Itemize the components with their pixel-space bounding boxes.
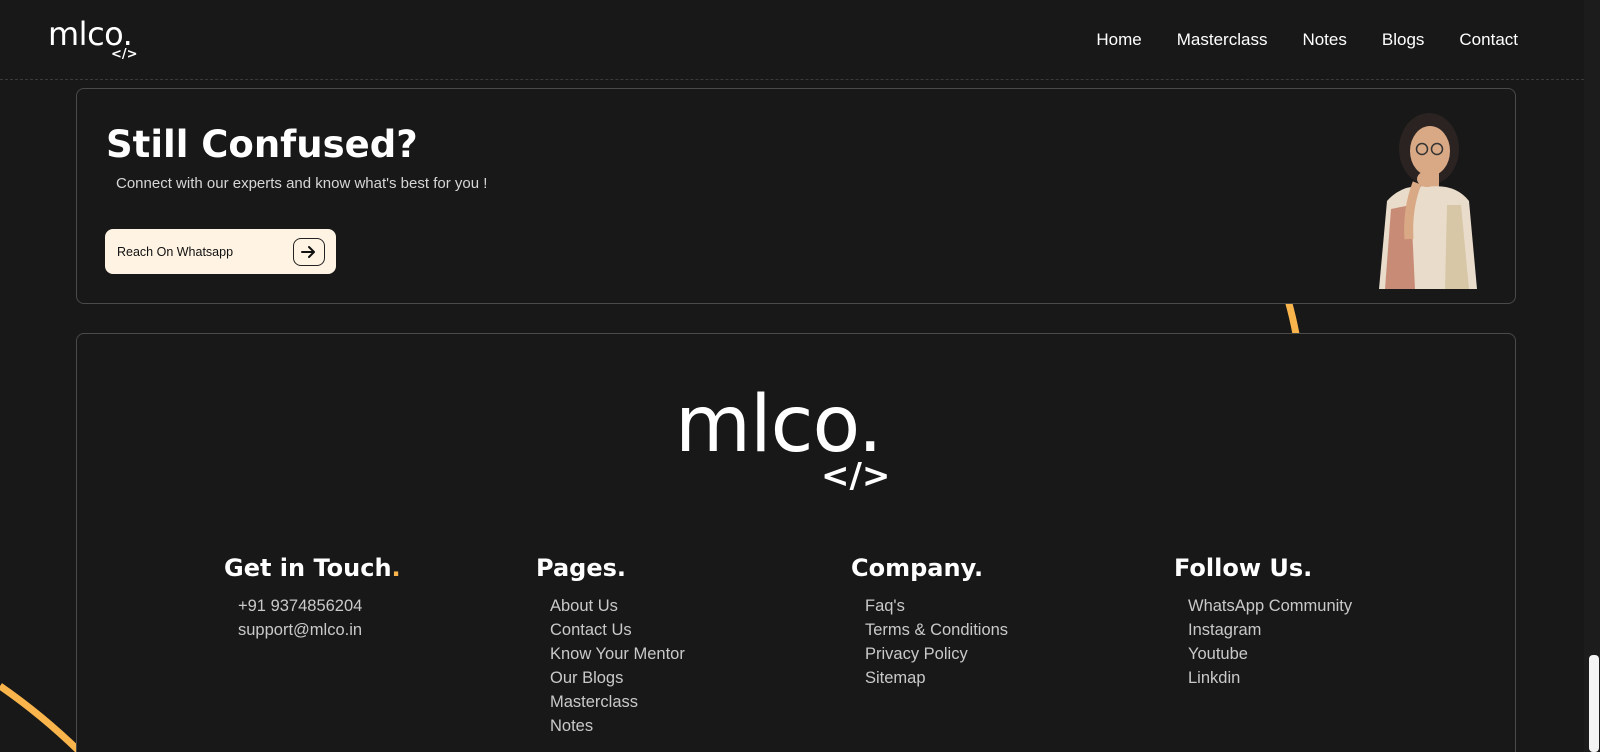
thinking-person-image bbox=[1379, 113, 1477, 289]
footer-link-privacy-policy[interactable]: Privacy Policy bbox=[865, 642, 1008, 666]
footer-link-notes[interactable]: Notes bbox=[550, 714, 685, 738]
company-heading: Company. bbox=[851, 554, 984, 582]
nav-masterclass[interactable]: Masterclass bbox=[1177, 30, 1268, 50]
footer-link-contact-us[interactable]: Contact Us bbox=[550, 618, 685, 642]
footer-logo-wordmark: mlco. bbox=[675, 380, 883, 470]
footer-col-follow-us: Follow Us. WhatsApp Community Instagram … bbox=[1174, 554, 1352, 690]
footer-link-masterclass[interactable]: Masterclass bbox=[550, 690, 685, 714]
reach-whatsapp-label: Reach On Whatsapp bbox=[117, 244, 234, 259]
nav-contact[interactable]: Contact bbox=[1459, 30, 1518, 50]
cta-card: Still Confused? Connect with our experts… bbox=[76, 88, 1516, 304]
footer-link-know-your-mentor[interactable]: Know Your Mentor bbox=[550, 642, 685, 666]
logo-wordmark: mlco. bbox=[48, 15, 133, 53]
footer-link-linkdin[interactable]: Linkdin bbox=[1188, 666, 1352, 690]
scrollbar-track[interactable] bbox=[1584, 0, 1600, 752]
footer-link-instagram[interactable]: Instagram bbox=[1188, 618, 1352, 642]
footer-link-our-blogs[interactable]: Our Blogs bbox=[550, 666, 685, 690]
footer-col-pages: Pages. About Us Contact Us Know Your Men… bbox=[536, 554, 685, 738]
cta-subtitle: Connect with our experts and know what's… bbox=[116, 175, 488, 192]
cta-title: Still Confused? bbox=[106, 123, 418, 166]
page: mlco. </> Home Masterclass Notes Blogs C… bbox=[0, 0, 1600, 752]
footer-link-youtube[interactable]: Youtube bbox=[1188, 642, 1352, 666]
footer-link-about-us[interactable]: About Us bbox=[550, 594, 685, 618]
nav-blogs[interactable]: Blogs bbox=[1382, 30, 1425, 50]
footer-link-terms[interactable]: Terms & Conditions bbox=[865, 618, 1008, 642]
footer-card: mlco. </> Get in Touch. +91 9374856204 s… bbox=[76, 333, 1516, 752]
arrow-right-icon bbox=[293, 237, 325, 266]
main-nav: Home Masterclass Notes Blogs Contact bbox=[1096, 30, 1518, 50]
footer-col-get-in-touch: Get in Touch. +91 9374856204 support@mlc… bbox=[224, 554, 401, 642]
curve-bottom-decoration bbox=[0, 683, 83, 752]
nav-notes[interactable]: Notes bbox=[1302, 30, 1346, 50]
follow-us-heading: Follow Us. bbox=[1174, 554, 1313, 582]
footer-email-link[interactable]: support@mlco.in bbox=[238, 618, 401, 642]
scrollbar-thumb[interactable] bbox=[1589, 655, 1599, 752]
site-logo[interactable]: mlco. </> bbox=[48, 18, 138, 61]
footer-link-sitemap[interactable]: Sitemap bbox=[865, 666, 1008, 690]
footer-logo-code-icon: </> bbox=[821, 456, 891, 496]
reach-whatsapp-button[interactable]: Reach On Whatsapp bbox=[105, 229, 336, 274]
footer-phone-link[interactable]: +91 9374856204 bbox=[238, 594, 401, 618]
accent-dot: . bbox=[391, 554, 401, 582]
footer-logo[interactable]: mlco. </> bbox=[675, 386, 915, 496]
footer-col-company: Company. Faq's Terms & Conditions Privac… bbox=[851, 554, 1008, 690]
site-header: mlco. </> Home Masterclass Notes Blogs C… bbox=[0, 0, 1584, 80]
curve-top-decoration bbox=[1284, 299, 1300, 335]
nav-home[interactable]: Home bbox=[1096, 30, 1141, 50]
logo-code-icon: </> bbox=[111, 47, 138, 62]
footer-col-title: Get in Touch. bbox=[224, 554, 401, 582]
footer-link-whatsapp-community[interactable]: WhatsApp Community bbox=[1188, 594, 1352, 618]
footer-link-faqs[interactable]: Faq's bbox=[865, 594, 1008, 618]
get-in-touch-heading: Get in Touch bbox=[224, 554, 392, 582]
pages-heading: Pages. bbox=[536, 554, 626, 582]
